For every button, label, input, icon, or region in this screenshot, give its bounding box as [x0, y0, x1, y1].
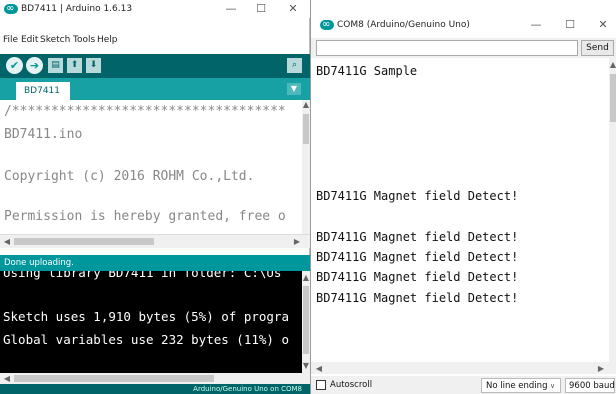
scroll-right-icon[interactable]: ▶ — [596, 364, 606, 373]
line-ending-value: No line ending — [486, 381, 548, 391]
board-port-text: Arduino/Genuino Uno on COM8 — [193, 385, 302, 393]
baud-select[interactable]: 9600 baud — [565, 378, 615, 393]
ide-menu-bar: File Edit Sketch Tools Help — [0, 35, 310, 50]
serial-output[interactable]: BD7411G Sample BD7411G Magnet field Dete… — [311, 58, 609, 362]
save-sketch-icon[interactable]: ⬇ — [86, 58, 101, 73]
scroll-thumb[interactable] — [14, 375, 214, 382]
scroll-thumb[interactable] — [303, 114, 309, 144]
arduino-logo-icon — [320, 17, 334, 33]
verify-icon[interactable]: ✔ — [6, 57, 23, 74]
serial-vertical-scrollbar[interactable]: ▲ — [609, 58, 616, 362]
serial-line: BD7411G Magnet field Detect! — [316, 230, 519, 244]
close-icon[interactable]: ✕ — [592, 17, 614, 33]
scroll-left-icon[interactable]: ◀ — [314, 364, 324, 373]
ide-title-text: BD7411 | Arduino 1.6.13 — [21, 4, 133, 14]
minimize-icon[interactable]: — — [525, 17, 547, 33]
ide-title: BD7411 | Arduino 1.6.13 — [4, 1, 132, 17]
code-line: BD7411.ino — [4, 127, 83, 142]
scroll-right-icon[interactable]: ▶ — [292, 237, 302, 246]
code-editor[interactable]: /*********************************** BD7… — [0, 100, 302, 234]
serial-horizontal-scrollbar[interactable]: ◀ ▶ — [311, 362, 616, 374]
serial-title-text: COM8 (Arduino/Genuino Uno) — [337, 20, 470, 30]
open-sketch-icon[interactable]: ⬆ — [67, 58, 82, 73]
console-output[interactable]: Using library BD7411 in folder: C:\Us Sk… — [0, 271, 302, 373]
close-icon[interactable]: ✕ — [282, 1, 304, 17]
code-line: /*********************************** — [4, 104, 286, 119]
serial-monitor-icon[interactable]: ⌕ — [287, 58, 302, 73]
serial-line: BD7411G Sample — [316, 64, 418, 78]
baud-value: 9600 baud — [569, 381, 615, 391]
scroll-up-icon[interactable]: ▲ — [302, 100, 310, 109]
serial-send-input[interactable] — [316, 40, 578, 56]
menu-edit[interactable]: Edit — [21, 35, 38, 45]
minimize-icon[interactable]: — — [220, 1, 242, 17]
serial-line: BD7411G Magnet field Detect! — [316, 189, 519, 203]
tab-label: BD7411 — [24, 86, 61, 96]
editor-horizontal-scrollbar[interactable]: ◀ ▶ — [0, 234, 310, 248]
serial-line: BD7411G Magnet field Detect! — [316, 250, 519, 264]
send-button[interactable]: Send — [581, 40, 614, 56]
ide-toolbar: ✔ ➔ ▤ ⬆ ⬇ ⌕ — [0, 54, 310, 78]
ide-title-bar: BD7411 | Arduino 1.6.13 — ☐ ✕ — [0, 0, 310, 18]
line-ending-select[interactable]: No line ending ∨ — [481, 378, 561, 393]
serial-title: COM8 (Arduino/Genuino Uno) — [320, 17, 470, 33]
scroll-thumb[interactable] — [303, 286, 309, 354]
console-line: Global variables use 232 bytes (11%) o — [3, 332, 289, 347]
upload-icon[interactable]: ➔ — [26, 57, 43, 74]
console-line: Sketch uses 1,910 bytes (5%) of progra — [3, 309, 289, 324]
ide-tab-strip: BD7411 ▼ — [0, 78, 310, 100]
code-line: Copyright (c) 2016 ROHM Co.,Ltd. — [4, 169, 255, 184]
serial-input-row: Send — [311, 38, 616, 58]
serial-monitor-window: COM8 (Arduino/Genuino Uno) — ☐ ✕ Send BD… — [310, 0, 616, 394]
scroll-up-icon[interactable]: ▲ — [302, 273, 310, 282]
scroll-down-icon[interactable]: ▼ — [302, 361, 310, 370]
serial-title-bar: COM8 (Arduino/Genuino Uno) — ☐ ✕ — [311, 0, 616, 36]
autoscroll-checkbox[interactable] — [316, 380, 326, 390]
ide-window: BD7411 | Arduino 1.6.13 — ☐ ✕ File Edit … — [0, 0, 310, 394]
status-bar: Done uploading. — [0, 255, 310, 271]
scroll-thumb[interactable] — [610, 74, 616, 122]
console-vertical-scrollbar[interactable]: ▲ ▼ — [302, 271, 310, 373]
scroll-left-icon[interactable]: ◀ — [2, 237, 12, 246]
ide-footer: Arduino/Genuino Uno on COM8 — [0, 384, 310, 394]
send-button-label: Send — [586, 43, 609, 53]
new-sketch-icon[interactable]: ▤ — [48, 58, 63, 73]
console-horizontal-scrollbar[interactable]: ◀ — [0, 373, 310, 384]
serial-bottom-bar: Autoscroll No line ending ∨ 9600 baud — [311, 376, 616, 394]
console-line: Using library BD7411 in folder: C:\Us — [3, 271, 282, 280]
menu-sketch[interactable]: Sketch — [40, 35, 70, 45]
menu-file[interactable]: File — [3, 35, 18, 45]
serial-line: BD7411G Magnet field Detect! — [316, 270, 519, 284]
arduino-logo-icon — [4, 1, 18, 17]
serial-line: BD7411G Magnet field Detect! — [316, 291, 519, 305]
code-line: Permission is hereby granted, free o — [4, 209, 286, 224]
tab-menu-icon[interactable]: ▼ — [287, 83, 301, 95]
menu-tools[interactable]: Tools — [73, 35, 95, 45]
chevron-down-icon: ∨ — [550, 382, 556, 390]
editor-vertical-scrollbar[interactable]: ▲ — [302, 100, 310, 234]
maximize-icon[interactable]: ☐ — [250, 1, 272, 17]
scroll-left-icon[interactable]: ◀ — [2, 374, 12, 383]
autoscroll-label: Autoscroll — [330, 380, 373, 390]
status-text: Done uploading. — [4, 258, 74, 268]
tab-bd7411[interactable]: BD7411 — [16, 82, 70, 100]
scroll-up-icon[interactable]: ▲ — [609, 60, 616, 69]
menu-help[interactable]: Help — [97, 35, 118, 45]
maximize-icon[interactable]: ☐ — [559, 17, 581, 33]
scroll-thumb[interactable] — [14, 238, 154, 245]
